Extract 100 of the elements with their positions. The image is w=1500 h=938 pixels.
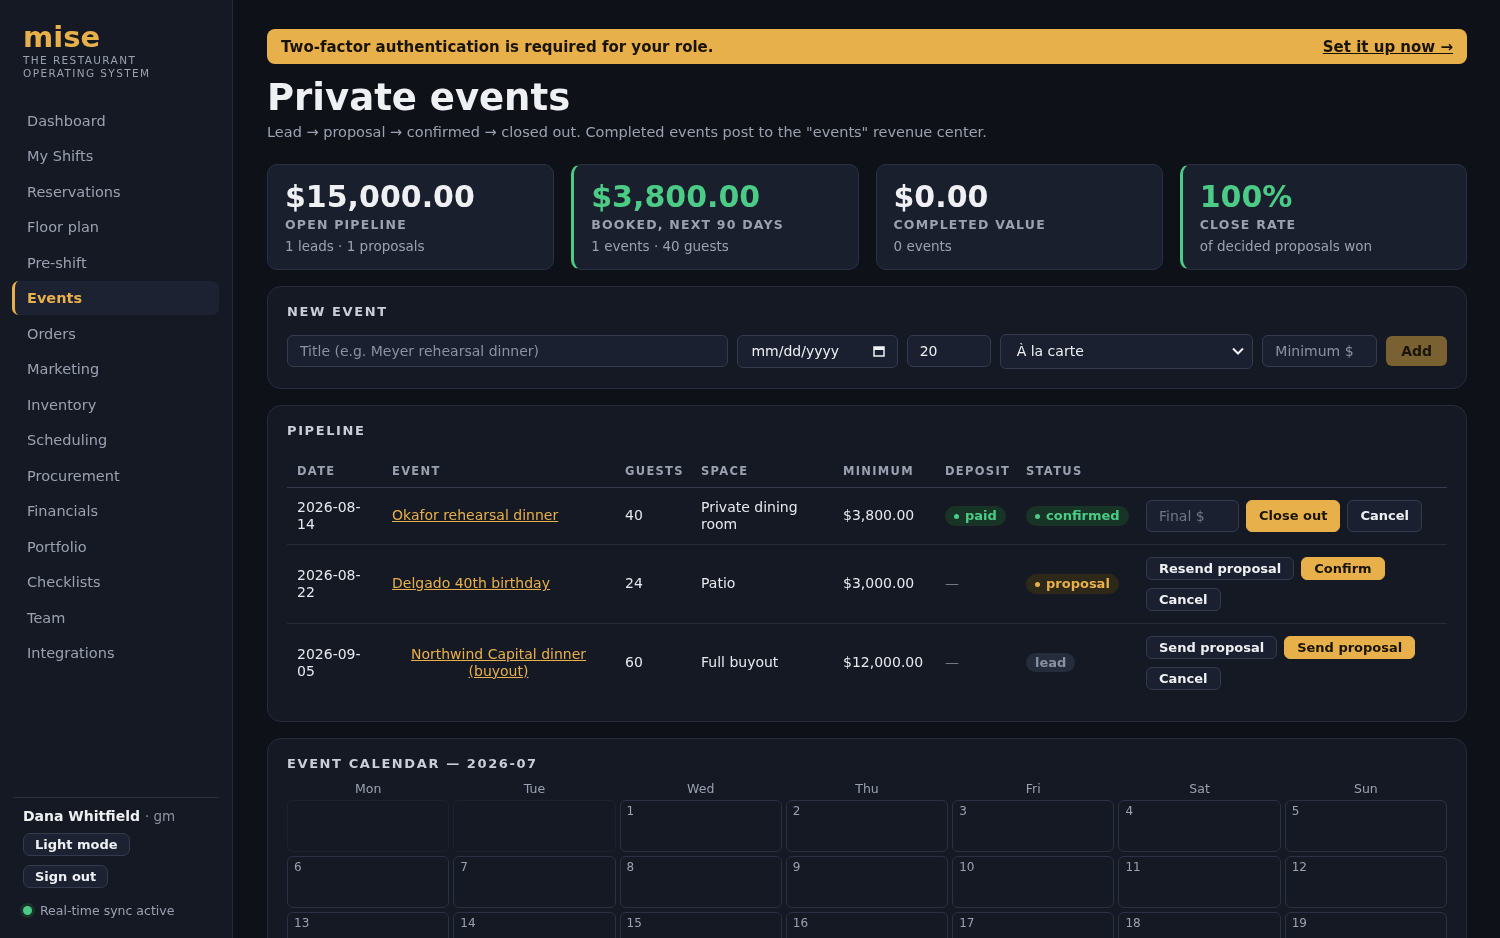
final-amount-field[interactable]: Final $: [1146, 499, 1239, 532]
day-cell: 5: [1284, 799, 1447, 852]
nav-item[interactable]: Orders: [12, 316, 219, 351]
empty-dash: —: [945, 575, 959, 592]
action-button[interactable]: Close out: [1246, 499, 1341, 532]
nav-item[interactable]: Financials: [12, 494, 219, 529]
weekday-label: Thu: [854, 780, 880, 796]
day-cell: 2: [785, 799, 949, 852]
column-header: MINIMUM: [833, 451, 935, 488]
day-cell: 3: [952, 799, 1115, 852]
day-cell: 6: [287, 855, 450, 908]
nav-item[interactable]: Dashboard: [12, 103, 219, 138]
nav-item[interactable]: Portfolio: [12, 529, 219, 564]
nav-item[interactable]: Scheduling: [12, 423, 219, 458]
event-link[interactable]: Northwind Capital dinner (buyout): [392, 645, 605, 680]
action-button[interactable]: Send proposal: [1284, 635, 1416, 659]
column-header: GUESTS: [615, 451, 691, 488]
day-cell: 18: [1118, 911, 1281, 938]
guests-text: 60: [625, 654, 643, 671]
minimum-text: $3,000.00: [843, 575, 915, 592]
guests-input-field[interactable]: 20: [906, 335, 991, 368]
sidebar-button[interactable]: Light mode: [23, 833, 130, 856]
day-cell: 9: [785, 855, 949, 908]
event-link[interactable]: Okafor rehearsal dinner: [392, 507, 559, 525]
title-input-field[interactable]: Title (e.g. Meyer rehearsal dinner): [287, 335, 729, 368]
page-title: Private events: [267, 78, 572, 119]
date-text: 2026-08-14: [297, 498, 361, 532]
stat-note: of decided proposals won: [1199, 237, 1373, 254]
date-input-field[interactable]: mm/dd/yyyy: [737, 334, 898, 368]
nav-item[interactable]: Events: [12, 281, 219, 316]
nav-item[interactable]: Procurement: [12, 458, 219, 493]
day-cell: 10: [952, 855, 1115, 908]
column-header: STATUS: [1016, 451, 1136, 488]
stat-label: BOOKED, NEXT 90 DAYS: [591, 216, 785, 232]
status-badge: lead: [1026, 652, 1076, 673]
action-button[interactable]: Cancel: [1347, 499, 1422, 532]
day-cell: 17: [952, 911, 1115, 938]
weekday-label: Fri: [1024, 780, 1042, 796]
setup-link[interactable]: Set it up now →: [1322, 37, 1453, 56]
day-cell: 12: [1284, 855, 1447, 908]
stat-value: $0.00: [893, 178, 990, 215]
space-select[interactable]: À la carte: [999, 333, 1254, 369]
nav-item[interactable]: Marketing: [12, 352, 219, 387]
day-cell: 16: [785, 911, 949, 938]
tagline: THE RESTAURANT OPERATING SYSTEM: [22, 54, 152, 80]
nav-item[interactable]: Pre-shift: [12, 245, 219, 280]
weekday-label: Sat: [1188, 780, 1211, 796]
stat-value: $15,000.00: [285, 178, 476, 215]
nav-item[interactable]: Checklists: [12, 565, 219, 600]
stat-label: CLOSE RATE: [1199, 216, 1298, 232]
minimum-text: $3,800.00: [843, 507, 915, 524]
date-text: 2026-08-22: [297, 566, 361, 600]
section-heading: PIPELINE: [287, 422, 367, 438]
sidebar-button[interactable]: Sign out: [23, 865, 109, 888]
weekday-label: Wed: [686, 780, 716, 796]
chevron-down-icon: [1232, 347, 1245, 356]
day-cell: 8: [619, 855, 782, 908]
stat-label: OPEN PIPELINE: [285, 216, 408, 232]
day-cell: 13: [287, 911, 450, 938]
action-button[interactable]: Cancel: [1146, 666, 1221, 690]
space-text: Full buyout: [701, 654, 779, 671]
status-dot-icon: [23, 906, 32, 915]
column-header: SPACE: [691, 451, 833, 488]
date-text: 2026-09-05: [297, 645, 361, 679]
action-button[interactable]: Resend proposal: [1146, 556, 1295, 580]
column-header: EVENT: [382, 451, 615, 488]
stat-value: $3,800.00: [591, 178, 762, 215]
nav-item[interactable]: Team: [12, 600, 219, 635]
minimum-input-field[interactable]: Minimum $: [1262, 335, 1378, 368]
weekday-label: Sun: [1352, 780, 1379, 796]
day-cell: 19: [1284, 911, 1447, 938]
logo-text: mise: [22, 22, 102, 53]
stat-note: 0 events: [893, 237, 953, 254]
user-role: · gm: [144, 808, 176, 824]
nav-item[interactable]: Inventory: [12, 387, 219, 422]
status-badge: confirmed: [1026, 506, 1129, 526]
event-link[interactable]: Delgado 40th birthday: [392, 575, 550, 593]
nav-item[interactable]: Floor plan: [12, 210, 219, 245]
nav-item[interactable]: My Shifts: [12, 139, 219, 174]
guests-text: 24: [625, 575, 643, 592]
column-header: DATE: [287, 451, 382, 488]
empty-dash: —: [945, 654, 959, 671]
sync-status: Real-time sync active: [40, 903, 175, 918]
status-badge: proposal: [1026, 574, 1119, 594]
action-button[interactable]: Cancel: [1146, 587, 1221, 611]
action-button[interactable]: Confirm: [1301, 556, 1385, 580]
nav-item[interactable]: Integrations: [12, 636, 219, 671]
weekday-label: Tue: [522, 780, 547, 796]
stat-note: 1 events · 40 guests: [591, 237, 730, 254]
space-text: Patio: [701, 575, 736, 592]
day-cell: 11: [1118, 855, 1281, 908]
page-subtitle: Lead → proposal → confirmed → closed out. Completed events post to the "events" revenue center.: [267, 123, 988, 140]
status-badge: paid: [945, 506, 1006, 526]
user-name: Dana Whitfield: [23, 808, 140, 824]
action-button[interactable]: Send proposal: [1146, 635, 1278, 659]
nav-item[interactable]: Reservations: [12, 174, 219, 209]
space-text: Private dining room: [701, 498, 798, 532]
stat-label: COMPLETED VALUE: [893, 216, 1047, 232]
day-cell: 14: [453, 911, 616, 938]
stat-value: 100%: [1199, 178, 1294, 215]
